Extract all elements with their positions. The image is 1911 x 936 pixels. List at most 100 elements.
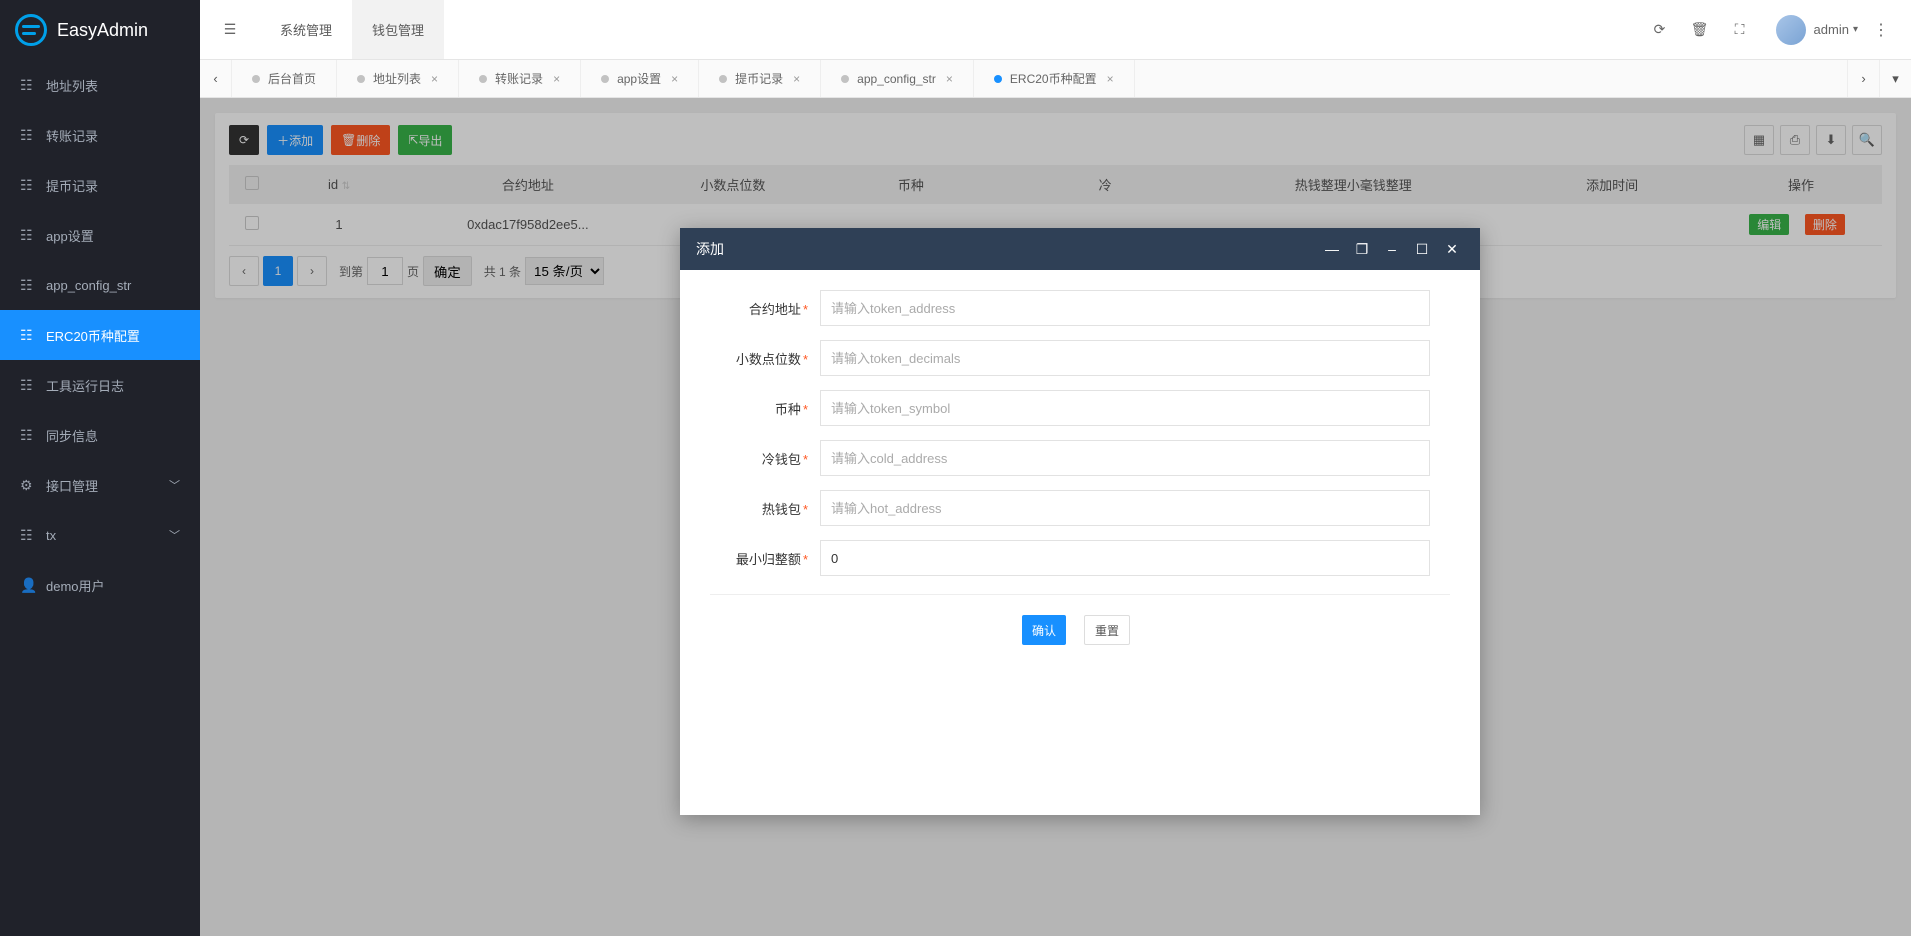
restore-icon[interactable]: ❐: [1350, 241, 1374, 258]
header-left: ☰ 系统管理 钱包管理: [200, 0, 444, 59]
sidebar-item-label: 地址列表: [46, 76, 98, 95]
sidebar-item-label: tx: [46, 528, 56, 543]
maximize-icon[interactable]: ☐: [1410, 241, 1434, 258]
list-icon: ☷: [20, 227, 34, 244]
list-icon: ☷: [20, 177, 34, 194]
chevron-down-icon: ▾: [1853, 24, 1858, 35]
sidebar-item-label: 提币记录: [46, 176, 98, 195]
page-tab-config-str[interactable]: app_config_str ×: [821, 60, 974, 97]
sidebar-item-sync-info[interactable]: ☷同步信息: [0, 410, 200, 460]
field-label: 热钱包: [762, 502, 801, 517]
hot-address-input[interactable]: [820, 490, 1430, 526]
list-icon: ☷: [20, 77, 34, 94]
minimize-icon[interactable]: —: [1320, 241, 1344, 257]
page-tab-address[interactable]: 地址列表 ×: [337, 60, 459, 97]
tab-dot-icon: [841, 75, 849, 83]
sidebar-item-withdraw-log[interactable]: ☷ 提币记录: [0, 160, 200, 210]
sidebar-item-tx[interactable]: ☷tx﹀: [0, 510, 200, 560]
sidebar-item-label: 转账记录: [46, 126, 98, 145]
tab-dot-icon: [357, 75, 365, 83]
field-label: 冷钱包: [762, 452, 801, 467]
page-tab-home[interactable]: 后台首页: [232, 60, 337, 97]
top-tab-wallet[interactable]: 钱包管理: [352, 0, 444, 59]
sidebar: EasyAdmin ☷地址列表 ☷转账记录 ☷提币记录 ☷app设置 ☷app_…: [0, 0, 200, 936]
sidebar-item-label: 工具运行日志: [46, 376, 124, 395]
tab-label: 地址列表: [373, 70, 421, 87]
sidebar-item-demo-user[interactable]: 👤 demo用户: [0, 560, 200, 610]
close-icon[interactable]: ×: [431, 72, 438, 86]
sidebar-item-label: 接口管理: [46, 476, 98, 495]
sidebar-item-label: app_config_str: [46, 278, 131, 293]
sidebar-item-transfer-log[interactable]: ☷ 转账记录: [0, 110, 200, 160]
modal-title: 添加: [696, 239, 724, 259]
token-address-input[interactable]: [820, 290, 1430, 326]
user-menu[interactable]: admin ▾: [1760, 0, 1866, 59]
token-symbol-input[interactable]: [820, 390, 1430, 426]
field-label: 最小归整额: [736, 552, 801, 567]
reset-button[interactable]: 重置: [1084, 615, 1130, 645]
clear-icon[interactable]: 🗑: [1680, 0, 1720, 59]
close-icon[interactable]: ×: [793, 72, 800, 86]
sidebar-item-tool-log[interactable]: ☷ 工具运行日志: [0, 360, 200, 410]
field-label: 合约地址: [749, 302, 801, 317]
tabs-scroll-left[interactable]: ‹: [200, 60, 232, 97]
tab-label: ERC20币种配置: [1010, 70, 1097, 87]
tab-label: 后台首页: [268, 70, 316, 87]
cold-address-input[interactable]: [820, 440, 1430, 476]
avatar: [1776, 15, 1806, 45]
close-icon[interactable]: ×: [671, 72, 678, 86]
sidebar-item-api-mgmt[interactable]: ⚙ 接口管理 ﹀: [0, 460, 200, 510]
modal-body: 合约地址* 小数点位数* 币种* 冷钱包* 热钱包* 最小归整额* 确认 重置: [680, 270, 1480, 815]
list-icon: ☷: [20, 127, 34, 144]
tab-label: 提币记录: [735, 70, 783, 87]
sidebar-item-app-settings[interactable]: ☷app设置: [0, 210, 200, 260]
modal-header: 添加 — ❐ – ☐ ✕: [680, 228, 1480, 270]
chevron-down-icon: ﹀: [169, 477, 180, 493]
tab-label: 转账记录: [495, 70, 543, 87]
tabs-scroll-right[interactable]: ›: [1847, 60, 1879, 97]
close-icon[interactable]: ×: [553, 72, 560, 86]
app-name: EasyAdmin: [57, 20, 148, 41]
add-modal: 添加 — ❐ – ☐ ✕ 合约地址* 小数点位数* 币种* 冷钱包* 热钱包* …: [680, 228, 1480, 815]
user-icon: 👤: [20, 577, 34, 594]
field-label: 币种: [775, 402, 801, 417]
plug-icon: ⚙: [20, 477, 34, 494]
header-right: ⟳ 🗑 ⛶ admin ▾ ⋮: [1640, 0, 1911, 59]
tab-label: app设置: [617, 70, 661, 87]
token-decimals-input[interactable]: [820, 340, 1430, 376]
sidebar-item-address-list[interactable]: ☷ 地址列表: [0, 60, 200, 110]
page-tab-appset[interactable]: app设置 ×: [581, 60, 699, 97]
tabs-dropdown[interactable]: ▾: [1879, 60, 1911, 97]
page-tab-erc20[interactable]: ERC20币种配置 ×: [974, 60, 1135, 97]
tab-label: app_config_str: [857, 72, 936, 86]
close-icon[interactable]: ×: [946, 72, 953, 86]
close-icon[interactable]: ×: [1107, 72, 1114, 86]
minimize2-icon[interactable]: –: [1380, 241, 1404, 257]
page-tab-transfer[interactable]: 转账记录 ×: [459, 60, 581, 97]
list-icon: ☷: [20, 377, 34, 394]
sidebar-item-app-config-str[interactable]: ☷app_config_str: [0, 260, 200, 310]
list-icon: ☷: [20, 527, 34, 544]
list-icon: ☷: [20, 327, 34, 344]
tab-dot-icon: [479, 75, 487, 83]
sidebar-item-erc20-config[interactable]: ☷ ERC20币种配置: [0, 310, 200, 360]
confirm-button[interactable]: 确认: [1022, 615, 1066, 645]
header: ☰ 系统管理 钱包管理 ⟳ 🗑 ⛶ admin ▾ ⋮: [200, 0, 1911, 60]
close-icon[interactable]: ✕: [1440, 241, 1464, 258]
sidebar-toggle[interactable]: ☰: [200, 0, 260, 59]
tab-dot-icon: [252, 75, 260, 83]
refresh-icon[interactable]: ⟳: [1640, 0, 1680, 59]
logo-icon: [15, 14, 47, 46]
page-tab-withdraw[interactable]: 提币记录 ×: [699, 60, 821, 97]
modal-footer: 确认 重置: [710, 615, 1450, 805]
sidebar-item-label: 同步信息: [46, 426, 98, 445]
fullscreen-icon[interactable]: ⛶: [1720, 0, 1760, 59]
sidebar-item-label: demo用户: [46, 576, 105, 595]
logo: EasyAdmin: [0, 0, 200, 60]
tab-dot-icon: [719, 75, 727, 83]
page-tabs: ‹ 后台首页 地址列表 × 转账记录 × app设置 × 提币记录 × app_conf…: [200, 60, 1911, 98]
top-tab-system[interactable]: 系统管理: [260, 0, 352, 59]
sidebar-item-label: ERC20币种配置: [46, 326, 140, 345]
min-amount-input[interactable]: [820, 540, 1430, 576]
more-menu[interactable]: ⋮: [1866, 0, 1896, 59]
